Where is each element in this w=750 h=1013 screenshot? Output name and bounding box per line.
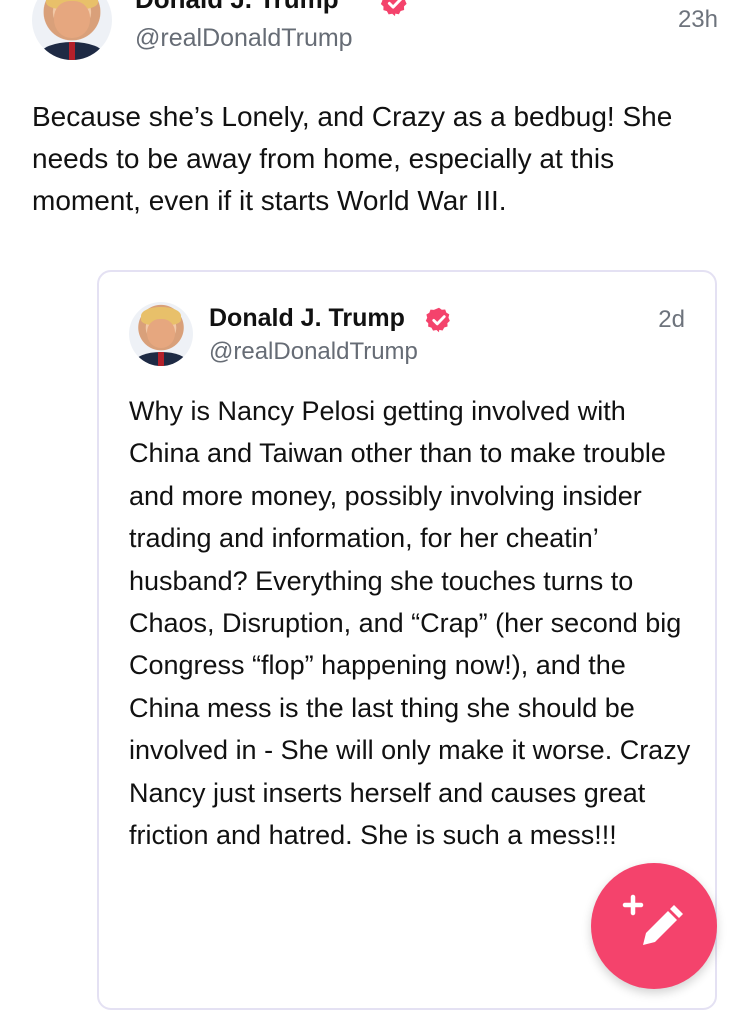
quoted-author-handle[interactable]: @realDonaldTrump <box>209 338 418 366</box>
compose-pencil-plus-icon <box>622 894 683 945</box>
quoted-author-avatar[interactable] <box>129 302 193 366</box>
post-header: Donald J. Trump @realDonaldTrump 23h <box>0 0 750 80</box>
author-avatar[interactable] <box>32 0 112 60</box>
post-body: Because she’s Lonely, and Crazy as a bed… <box>32 101 673 216</box>
compose-button[interactable] <box>591 863 717 989</box>
verified-badge-icon <box>425 307 450 333</box>
author-name[interactable]: Donald J. Trump <box>135 0 339 15</box>
quoted-author-name[interactable]: Donald J. Trump <box>209 304 405 333</box>
author-handle[interactable]: @realDonaldTrump <box>135 24 353 53</box>
quoted-post-timestamp: 2d <box>658 306 685 333</box>
post-timestamp: 23h <box>677 6 718 33</box>
page: Donald J. Trump @realDonaldTrump 23h Bec… <box>0 0 750 1013</box>
verified-badge-icon <box>380 0 407 17</box>
quoted-post-body: Why is Nancy Pelosi getting involved wit… <box>129 396 691 851</box>
